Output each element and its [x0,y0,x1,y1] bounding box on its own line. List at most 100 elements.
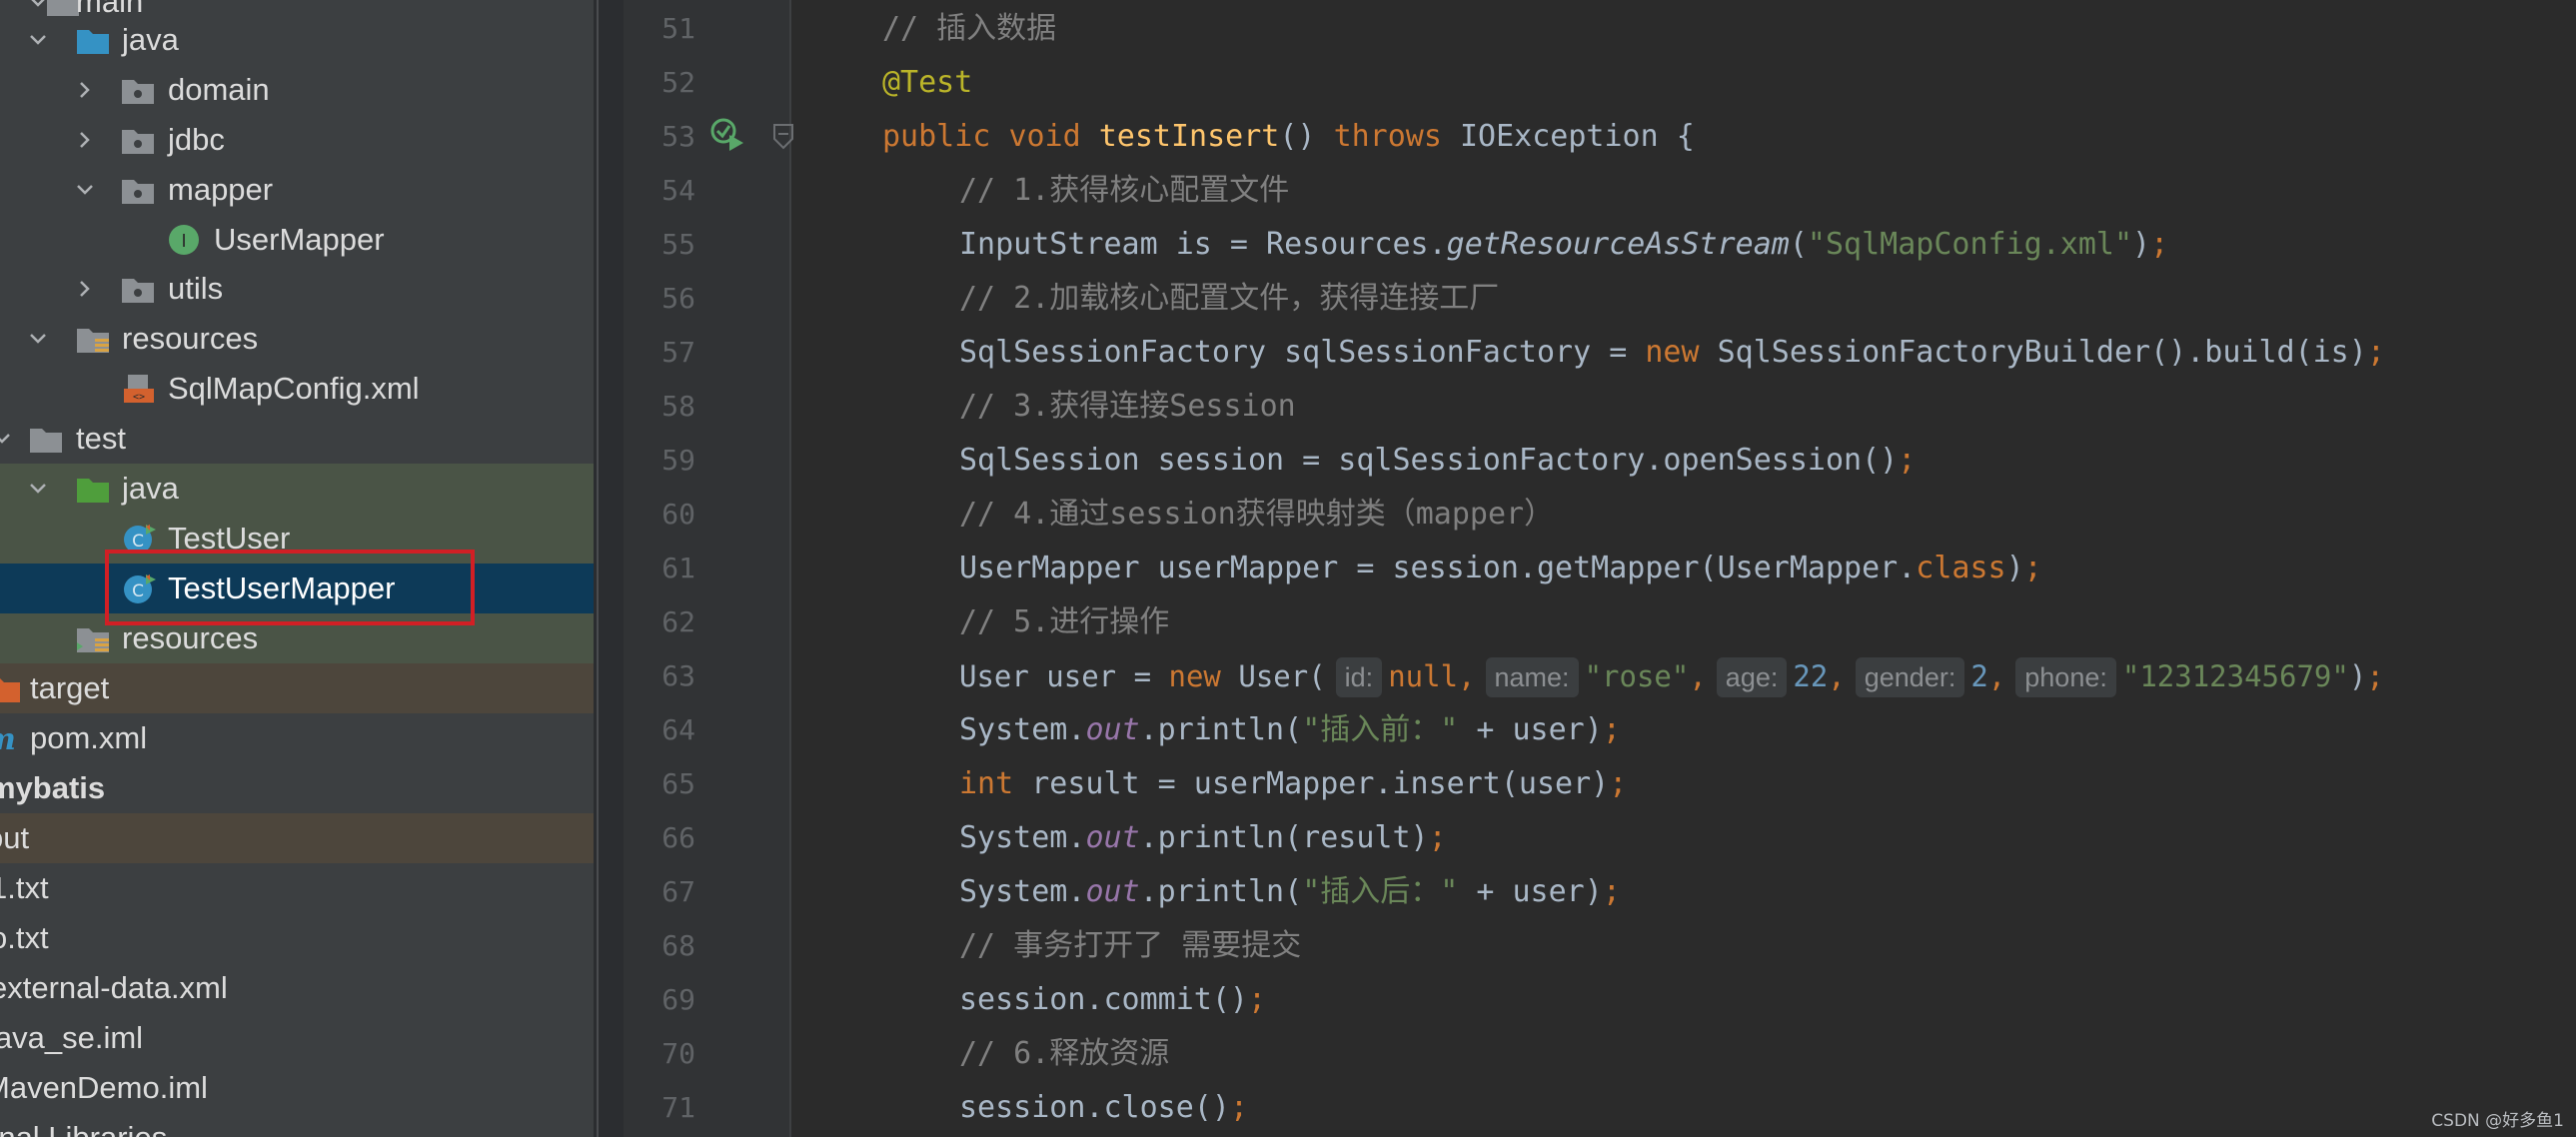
interface-icon: I [169,225,199,255]
tree-item-jdbc[interactable]: jdbc [0,115,594,165]
chevron-right-icon[interactable] [75,279,95,299]
chevron-down-icon[interactable] [28,30,48,50]
chevron-down-icon[interactable] [28,479,48,499]
tree-item-out[interactable]: out [0,813,594,863]
code-semicolon: ; [1428,820,1447,855]
tree-item-target[interactable]: target [0,663,594,713]
tree-item-usermapper[interactable]: I UserMapper [0,215,594,265]
code-line-56[interactable]: // 2.加载核心配置文件，获得连接工厂 [959,272,1499,326]
code-line-61[interactable]: UserMapper userMapper = session.getMappe… [959,542,2042,595]
xml-file-icon: <> [124,375,154,403]
package-icon [122,279,154,303]
tree-item-o-txt[interactable]: o.txt [0,913,594,963]
parameter-hint: gender: [1855,657,1965,697]
code-text: ) [2005,551,2024,585]
tree-item-mavendemo-iml[interactable]: MavenDemo.iml [0,1063,594,1113]
tree-item-label: test [76,421,126,456]
tree-item-label: resources [122,620,259,655]
test-source-folder-icon [77,479,109,503]
code-line-64[interactable]: System.out.println("插入前：" + user); [959,703,1621,757]
code-string: "12312345679" [2121,659,2349,693]
code-line-69[interactable]: session.commit(); [959,973,1266,1027]
code-text: System. [959,874,1086,909]
tree-item-domain[interactable]: domain [0,65,594,115]
code-line-68[interactable]: // 事务打开了 需要提交 [959,919,1301,973]
code-semicolon: ; [2366,335,2385,370]
code-text: .println(result) [1139,820,1429,855]
chevron-right-icon[interactable] [75,80,95,100]
code-line-53[interactable]: public void testInsert() throws IOExcept… [882,110,1695,164]
code-line-65[interactable]: int result = userMapper.insert(user); [959,757,1627,811]
panel-splitter[interactable] [594,0,624,1137]
code-editor[interactable]: 51 52 53 54 55 56 57 58 59 60 61 62 63 6… [624,0,2576,1137]
tree-item-java-test[interactable]: java [0,464,594,514]
code-line-63[interactable]: User user = new User(id: null, name: "rose"… [959,649,2384,703]
tree-item-external-data[interactable]: external-data.xml [0,963,594,1013]
tree-item-java-se-iml[interactable]: java_se.iml [0,1013,594,1063]
tree-item-resources-main[interactable]: resources [0,314,594,364]
code-line-54[interactable]: // 1.获得核心配置文件 [959,164,1289,218]
chevron-down-icon[interactable] [28,329,48,349]
tree-item-sqlmapconfig[interactable]: <> SqlMapConfig.xml [0,364,594,414]
code-number: 22 [1793,659,1829,693]
tree-item-java-main[interactable]: java [0,15,594,65]
code-line-60[interactable]: // 4.通过session获得映射类（mapper） [959,488,1554,542]
code-keyword: void [1008,119,1081,154]
code-semicolon: ; [1229,1090,1248,1125]
watermark: CSDN @好多鱼1 [2431,1111,2564,1131]
code-comment: // 1.获得核心配置文件 [959,173,1290,208]
chevron-right-icon[interactable] [75,130,95,150]
line-number: 67 [661,875,695,908]
code-text: System. [959,712,1086,747]
code-line-59[interactable]: SqlSession session = sqlSessionFactory.o… [959,434,1916,488]
tree-item-label: target [30,670,110,705]
tree-item-mybatis[interactable]: mybatis [0,763,594,813]
code-static-field: out [1085,712,1140,747]
code-line-52[interactable]: @Test [882,56,972,110]
code-line-70[interactable]: // 6.释放资源 [959,1027,1169,1081]
code-line-66[interactable]: System.out.println(result); [959,811,1447,865]
line-number: 65 [661,767,695,800]
parameter-hint: id: [1335,657,1383,697]
code-line-58[interactable]: // 3.获得连接Session [959,380,1296,434]
code-line-57[interactable]: SqlSessionFactory sqlSessionFactory = ne… [959,326,2385,380]
code-semicolon: ; [2150,227,2169,262]
line-number: 53 [661,120,695,153]
code-line-51[interactable]: // 插入数据 [882,2,1056,56]
tree-item-utils[interactable]: utils [0,264,594,314]
package-icon [122,80,154,104]
code-semicolon: ; [1609,766,1628,801]
tree-item-label: java [122,471,179,506]
code-line-67[interactable]: System.out.println("插入后：" + user); [959,865,1621,919]
code-annotation: @Test [882,65,973,100]
run-test-icon[interactable] [709,117,747,155]
chevron-down-icon[interactable] [75,180,95,200]
project-tree-panel[interactable]: main java domain jdbc mapper I UserMappe… [0,0,594,1137]
code-line-71[interactable]: session.close(); [959,1081,1248,1135]
tree-item-label: jdbc [168,122,225,157]
line-number: 58 [661,390,695,423]
line-number: 64 [661,713,695,746]
tree-item-pom[interactable]: m pom.xml [0,713,594,763]
folder-icon [30,429,62,453]
code-comma: , [1828,659,1846,693]
tree-item-label: o.txt [0,920,49,955]
code-comma: , [1458,659,1476,693]
code-comment: // 6.释放资源 [959,1036,1170,1071]
tree-item-1-txt[interactable]: 1.txt [0,863,594,913]
code-line-55[interactable]: InputStream is = Resources.getResourceAs… [959,218,2168,272]
tree-item-mapper[interactable]: mapper [0,165,594,215]
chevron-down-icon[interactable] [0,429,12,449]
tree-item-label: mybatis [0,770,106,805]
tree-item-external-libraries[interactable]: rnal Libraries [0,1113,594,1137]
fold-icon[interactable] [771,122,795,152]
code-line-62[interactable]: // 5.进行操作 [959,595,1169,649]
code-keyword: public [882,119,991,154]
parameter-hint: age: [1716,657,1788,697]
code-text: session.commit() [959,982,1248,1017]
tree-item-test[interactable]: test [0,414,594,464]
code-keyword: class [1916,551,2006,585]
svg-text:C: C [132,532,144,552]
package-icon [122,130,154,154]
source-folder-icon [77,30,109,54]
